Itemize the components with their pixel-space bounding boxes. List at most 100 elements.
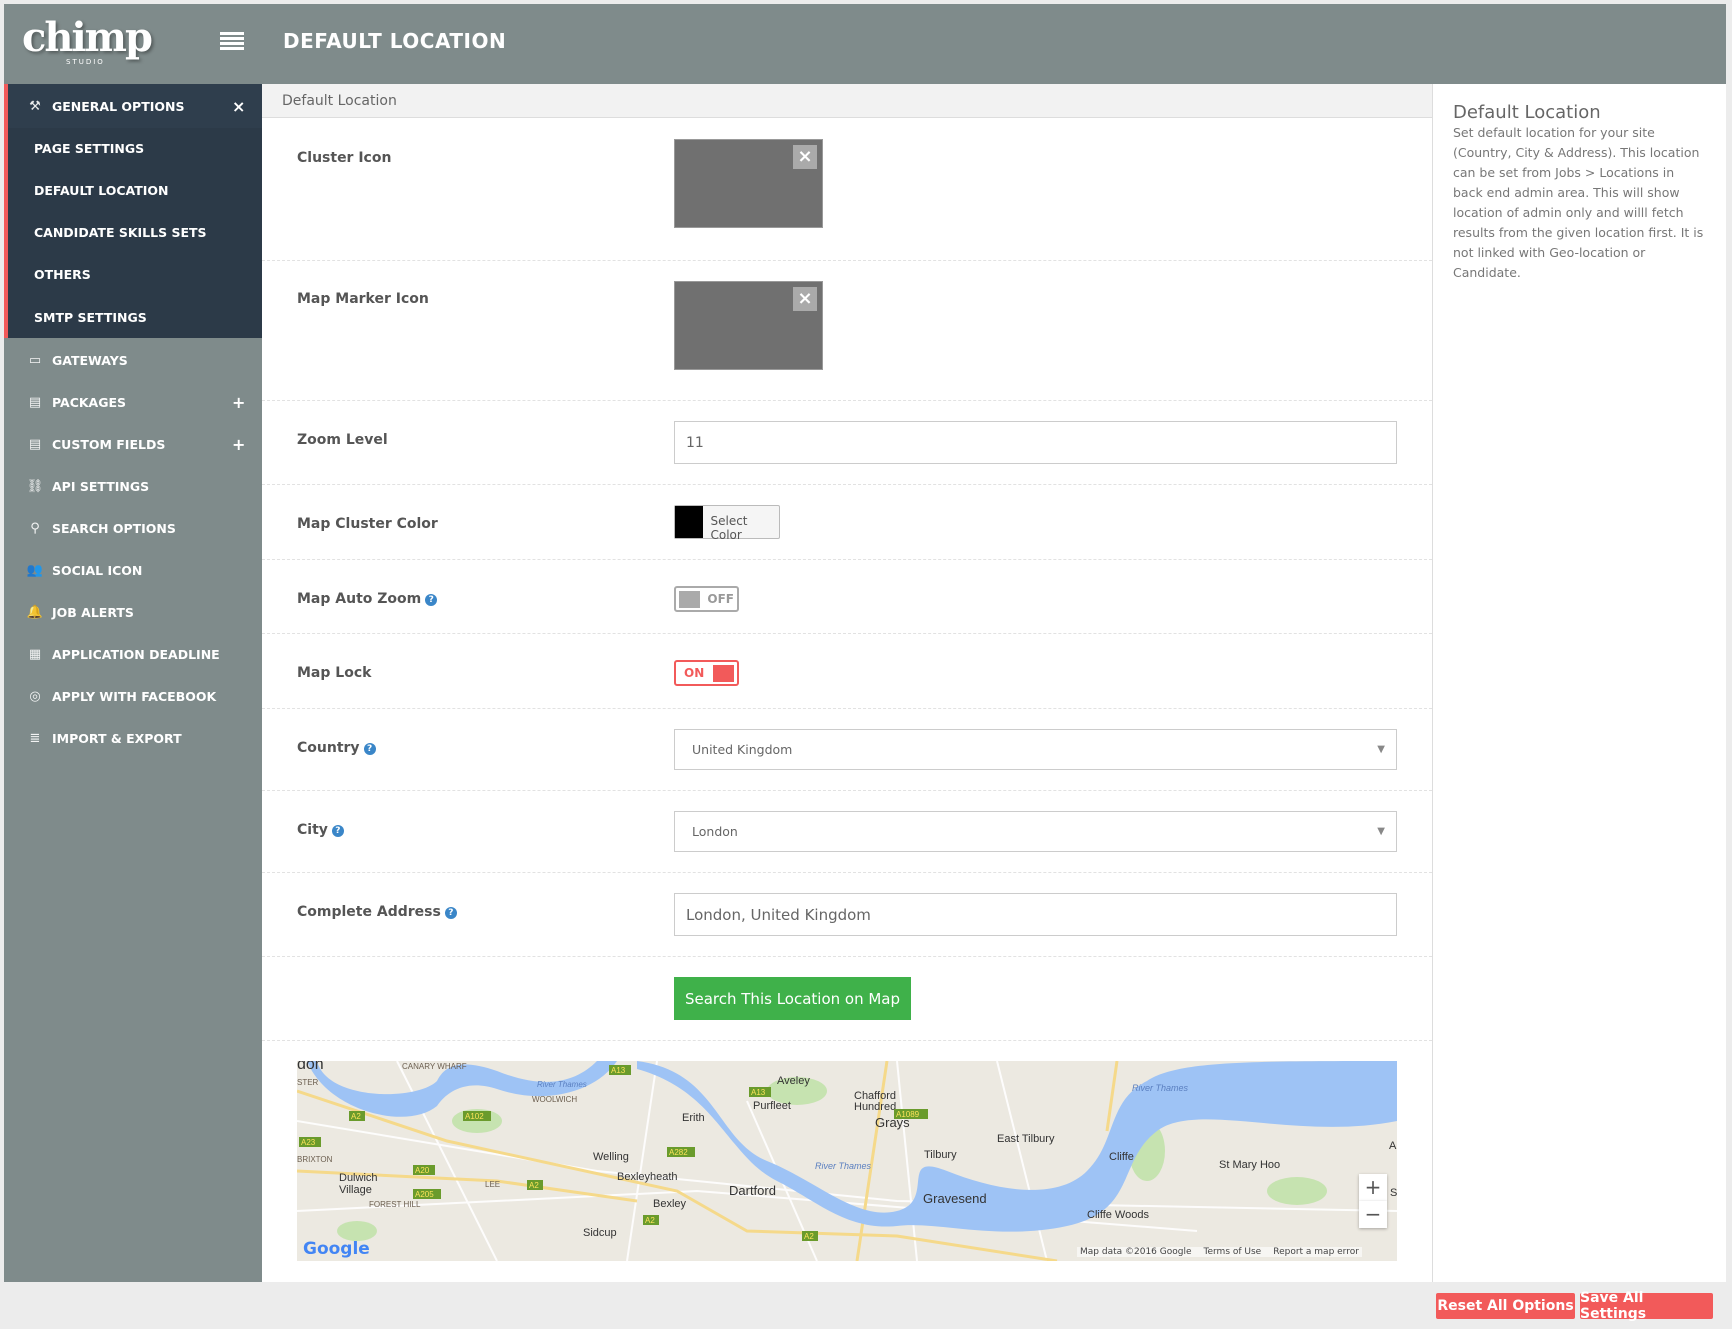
sidebar-item-social-icon[interactable]: 👥 SOCIAL ICON [4, 551, 262, 591]
map-attribution: Map data ©2016 Google Terms of Use Repor… [1077, 1247, 1362, 1257]
toggle-knob [713, 664, 734, 682]
map-place-label: Bexleyheath [617, 1171, 678, 1183]
search-icon: ⚲ [30, 520, 40, 536]
divider [262, 872, 1432, 873]
sidebar-item-gateways[interactable]: ▭ GATEWAYS [4, 340, 262, 380]
sidebar-subitem-default-location[interactable]: DEFAULT LOCATION [34, 183, 169, 198]
divider [262, 956, 1432, 957]
wallet-icon: ▭ [28, 352, 42, 368]
road-label: A20 [415, 1166, 430, 1175]
map-place-label: don [297, 1061, 324, 1073]
report-error-link[interactable]: Report a map error [1273, 1247, 1359, 1257]
save-all-settings-button[interactable]: Save All Settings [1580, 1290, 1713, 1322]
zoom-level-input[interactable]: 11 [674, 421, 1397, 464]
sidebar-subitem-others[interactable]: OTHERS [34, 267, 91, 282]
help-icon[interactable]: ? [331, 825, 344, 837]
select-color-button[interactable]: Select Color [674, 505, 780, 542]
select-color-label: Select Color [710, 514, 748, 542]
collapse-icon[interactable]: × [232, 97, 262, 116]
sidebar-subitem-page-settings[interactable]: PAGE SETTINGS [34, 141, 144, 156]
help-icon[interactable]: ? [444, 907, 457, 919]
divider [262, 1040, 1432, 1041]
terms-link[interactable]: Terms of Use [1204, 1247, 1262, 1257]
map-data-text: Map data ©2016 Google [1080, 1247, 1192, 1257]
map-place-label: Al [1389, 1140, 1397, 1152]
divider [262, 260, 1432, 261]
map-place-label: Gravesend [923, 1191, 987, 1206]
map-zoom-in-button[interactable]: + [1359, 1174, 1387, 1201]
search-location-button[interactable]: Search This Location on Map [674, 977, 911, 1020]
toggle-state: ON [684, 666, 705, 680]
map[interactable]: don CANARY WHARF STER WOOLWICH River Thames A… [297, 1061, 1397, 1261]
sidebar-item-custom-fields[interactable]: ▤ CUSTOM FIELDS + [4, 424, 262, 464]
road-label: A102 [465, 1112, 484, 1121]
menu-toggle-icon[interactable] [220, 32, 244, 50]
credit-card-icon: ▤ [28, 394, 42, 410]
expand-icon[interactable]: + [232, 393, 262, 412]
sidebar-item-packages[interactable]: ▤ PACKAGES + [4, 382, 262, 422]
google-logo: Google [303, 1239, 370, 1259]
map-place-label: Bexley [653, 1198, 687, 1210]
cluster-icon-preview[interactable]: × [674, 139, 823, 228]
sidebar-item-api-settings[interactable]: ⛓ API SETTINGS [4, 466, 262, 506]
complete-address-input[interactable]: London, United Kingdom [674, 893, 1397, 936]
reset-all-options-button[interactable]: Reset All Options [1436, 1293, 1575, 1319]
sidebar-item-label: GATEWAYS [52, 352, 128, 368]
divider [262, 484, 1432, 485]
sidebar-item-label: SEARCH OPTIONS [52, 520, 176, 536]
sidebar-item-job-alerts[interactable]: 🔔 JOB ALERTS [4, 593, 262, 633]
map-lock-label: Map Lock [297, 665, 372, 681]
city-label: City? [297, 822, 344, 838]
map-place-label: River Thames [1132, 1083, 1189, 1093]
sidebar-item-apply-with-facebook[interactable]: ◎ APPLY WITH FACEBOOK [4, 677, 262, 717]
help-panel: Default Location Set default location fo… [1432, 84, 1726, 1282]
map-marker-icon-label: Map Marker Icon [297, 291, 429, 307]
sidebar-item-application-deadline[interactable]: ▦ APPLICATION DEADLINE [4, 635, 262, 675]
remove-icon[interactable]: × [793, 287, 817, 311]
expand-icon[interactable]: + [232, 435, 262, 454]
label-text: City [297, 822, 328, 838]
divider [262, 559, 1432, 560]
users-icon: 👥 [26, 563, 44, 578]
country-value: United Kingdom [692, 742, 793, 757]
map-place-label: River Thames [537, 1080, 587, 1089]
map-lock-toggle[interactable]: ON [674, 660, 739, 686]
map-marker-icon-preview[interactable]: × [674, 281, 823, 370]
road-label: A2 [351, 1112, 361, 1121]
logo[interactable]: chimp STUDIO [22, 14, 153, 66]
road-label: A2 [529, 1181, 539, 1190]
sidebar-item-label: CUSTOM FIELDS [52, 436, 166, 452]
help-panel-title: Default Location [1453, 102, 1601, 123]
map-canvas[interactable]: don CANARY WHARF STER WOOLWICH River Thames A… [297, 1061, 1397, 1261]
map-zoom-out-button[interactable]: − [1359, 1201, 1387, 1228]
help-icon[interactable]: ? [363, 743, 376, 755]
facebook-icon: ◎ [29, 689, 41, 705]
road-label: A23 [301, 1138, 316, 1147]
sidebar-item-search-options[interactable]: ⚲ SEARCH OPTIONS [4, 508, 262, 548]
map-place-label: BRIXTON [297, 1155, 333, 1164]
map-place-label: LEE [485, 1180, 500, 1189]
sidebar-subitem-smtp-settings[interactable]: SMTP SETTINGS [34, 310, 147, 325]
help-icon[interactable]: ? [425, 594, 438, 606]
header [4, 4, 1726, 84]
sidebar-item-label: PACKAGES [52, 394, 127, 410]
remove-icon[interactable]: × [793, 145, 817, 169]
map-place-label: Cliffe [1109, 1151, 1134, 1163]
sidebar-subitem-candidate-skills-sets[interactable]: CANDIDATE SKILLS SETS [34, 225, 207, 240]
divider [262, 708, 1432, 709]
map-auto-zoom-toggle[interactable]: OFF [674, 586, 739, 612]
sidebar-item-label: API SETTINGS [52, 478, 150, 494]
calendar-icon: ▦ [28, 647, 42, 663]
logo-text: chimp [22, 14, 153, 61]
road-label: A2 [804, 1232, 814, 1241]
sidebar-item-label: IMPORT & EXPORT [52, 731, 182, 747]
map-place-label: S [1390, 1187, 1397, 1199]
label-text: Country [297, 740, 360, 756]
country-select[interactable]: United Kingdom ▼ [674, 729, 1397, 770]
divider [262, 400, 1432, 401]
complete-address-label: Complete Address? [297, 904, 457, 920]
sidebar-item-general-options[interactable]: ⚒ GENERAL OPTIONS × [4, 86, 262, 126]
sidebar-item-import-export[interactable]: ≣ IMPORT & EXPORT [4, 719, 262, 759]
map-auto-zoom-label: Map Auto Zoom? [297, 591, 438, 607]
city-select[interactable]: London ▼ [674, 811, 1397, 852]
